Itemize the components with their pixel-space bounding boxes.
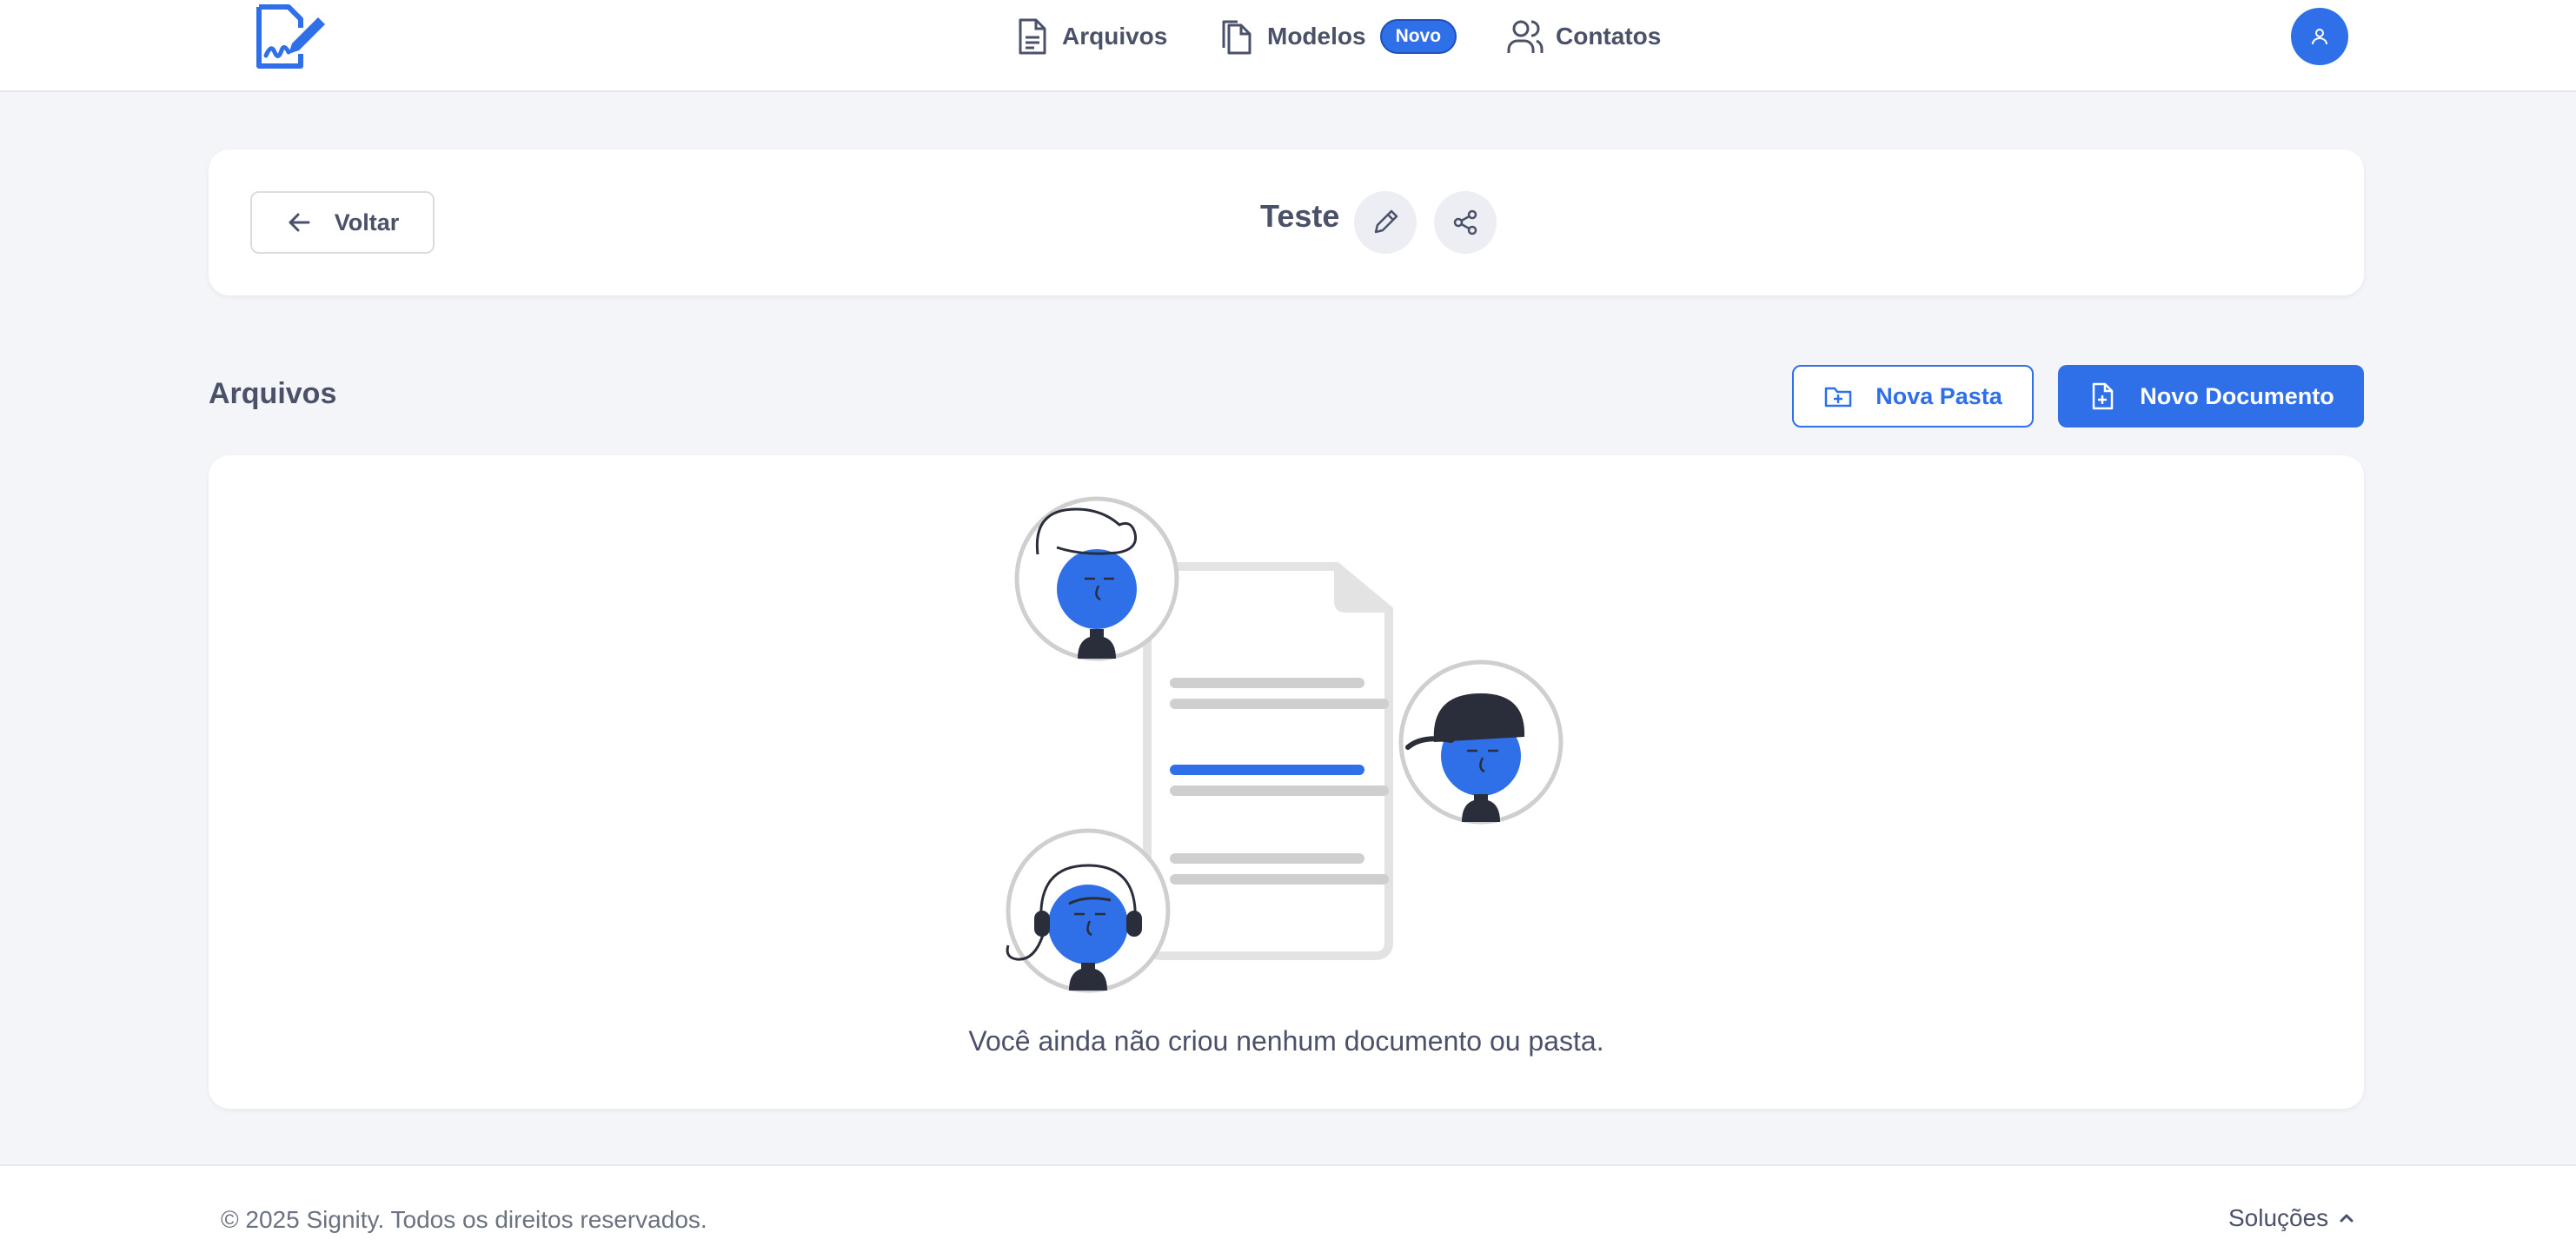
nav-arquivos[interactable]: Arquivos — [1012, 12, 1167, 61]
nav-modelos[interactable]: Modelos Novo — [1217, 12, 1457, 61]
chevron-up-icon — [2340, 1214, 2354, 1223]
solutions-label: Soluções — [2228, 1204, 2329, 1231]
new-document-button[interactable]: Novo Documento — [2058, 365, 2364, 427]
file-plus-icon — [2092, 382, 2114, 410]
new-document-label: Novo Documento — [2140, 382, 2334, 409]
folder-plus-icon — [1824, 387, 1852, 408]
avatar[interactable] — [2291, 8, 2348, 65]
share-button[interactable] — [1434, 191, 1497, 254]
back-label: Voltar — [334, 209, 400, 235]
empty-state-message: Você ainda não criou nenhum documento ou… — [968, 1025, 1604, 1057]
nav-contatos[interactable]: Contatos — [1505, 12, 1661, 61]
new-folder-label: Nova Pasta — [1876, 382, 2002, 409]
edit-title-button[interactable] — [1354, 191, 1417, 254]
files-icon — [1222, 20, 1251, 55]
document-title-card: Voltar Teste — [209, 149, 2364, 295]
new-badge: Novo — [1379, 19, 1457, 54]
empty-state-illustration — [1006, 496, 1564, 993]
arrow-left-icon — [289, 213, 310, 232]
file-text-icon — [1019, 18, 1046, 55]
nav-label: Contatos — [1556, 23, 1662, 50]
solutions-dropdown[interactable]: Soluções — [2228, 1204, 2356, 1232]
copyright-text: © 2025 Signity. Todos os direitos reserv… — [221, 1206, 707, 1233]
users-icon — [1507, 20, 1544, 53]
files-empty-state: Você ainda não criou nenhum documento ou… — [209, 455, 2364, 1109]
share-icon — [1453, 209, 1477, 235]
back-button[interactable]: Voltar — [250, 191, 435, 254]
footer: © 2025 Signity. Todos os direitos reserv… — [0, 1164, 2576, 1246]
nav-label: Arquivos — [1062, 23, 1168, 50]
pencil-icon — [1374, 209, 1398, 234]
page-title: Teste — [1260, 198, 1340, 234]
nav-label: Modelos — [1267, 23, 1366, 50]
section-title: Arquivos — [209, 377, 337, 410]
new-folder-button[interactable]: Nova Pasta — [1792, 365, 2034, 427]
top-navbar: Arquivos Modelos Novo Contatos — [0, 0, 2576, 92]
signity-logo-icon[interactable] — [252, 2, 329, 71]
user-icon — [2312, 29, 2327, 45]
